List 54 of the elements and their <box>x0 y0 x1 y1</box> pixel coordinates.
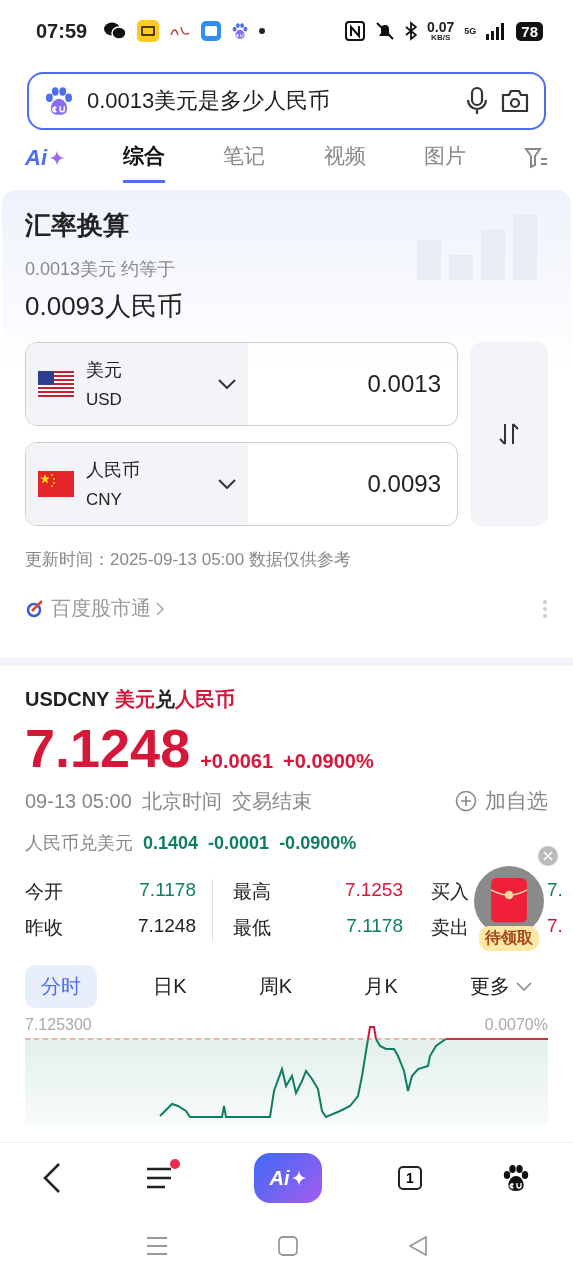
search-tab[interactable]: 视频 <box>323 133 366 183</box>
period-tab[interactable]: 日K <box>137 965 203 1008</box>
timezone: 北京时间 <box>141 788 222 814</box>
period-tab[interactable]: 分时 <box>25 965 97 1008</box>
quote-time: 09-13 05:00 <box>25 789 132 813</box>
ai-tab[interactable]: Ai <box>25 145 65 171</box>
stat-value: 7.1253 <box>343 879 403 902</box>
stat-value: 7. <box>547 915 563 938</box>
tab-count-button[interactable]: 1 <box>397 1166 422 1190</box>
stat-label: 最低 <box>233 916 271 940</box>
search-tab[interactable]: 图片 <box>423 133 466 183</box>
stat-label: 最高 <box>233 880 271 904</box>
ai-button[interactable]: Ai <box>254 1153 323 1203</box>
market-status: 交易结束 <box>231 788 312 814</box>
network-speed: 0.07 KB/S <box>427 20 455 42</box>
card-title: 汇率换算 <box>25 209 130 242</box>
price: 7.1248 <box>25 721 191 775</box>
stat-label: 昨收 <box>25 916 63 940</box>
amount-field[interactable]: 0.0093 <box>248 469 457 499</box>
search-tab[interactable]: 笔记 <box>223 133 266 183</box>
stat-value: 7.1178 <box>138 879 196 902</box>
inverse-change: -0.0001 <box>208 832 270 854</box>
currency-selector[interactable]: 美元 USD <box>26 343 248 425</box>
search-tab[interactable]: 综合 <box>123 133 166 183</box>
inverse-pair-label: 人民币兑美元 <box>25 832 133 855</box>
period-tab[interactable]: 月K <box>348 965 414 1008</box>
percent-change: +0.0900% <box>283 750 374 774</box>
search-input[interactable]: 0.0013美元是多少人民币 <box>85 87 454 115</box>
battery-level: 78 <box>516 21 543 41</box>
network-type: 5G <box>464 26 477 36</box>
currency-selector[interactable]: 人民币 CNY <box>26 443 248 525</box>
gift-popup[interactable]: 待领取 <box>474 866 544 951</box>
add-watchlist-button[interactable]: 加自选 <box>455 787 548 815</box>
inverse-price: 0.1404 <box>143 832 199 854</box>
stat-label: 今开 <box>25 880 63 904</box>
stat-value: 7. <box>547 879 563 902</box>
stat-value: 7.1178 <box>345 915 403 938</box>
inverse-percent-change: -0.0900% <box>279 832 357 854</box>
period-tab[interactable]: 更多 <box>453 965 548 1008</box>
clock: 07:59 <box>36 19 88 43</box>
conversion-summary: 0.0013美元 约等于 <box>25 258 177 281</box>
update-time: 更新时间：2025-09-13 05:00 数据仅供参考 <box>25 549 352 571</box>
conversion-result: 0.0093人民币 <box>25 290 184 323</box>
period-tab[interactable]: 周K <box>242 965 309 1008</box>
stat-label: 买入 <box>431 880 469 904</box>
amount-field[interactable]: 0.0013 <box>248 369 457 399</box>
price-change: +0.0061 <box>200 750 274 774</box>
promo-label: 待领取 <box>479 926 539 951</box>
axis-label: 0.0070% <box>484 1016 548 1034</box>
stat-label: 卖出 <box>431 916 469 940</box>
stat-value: 7.1248 <box>136 915 196 938</box>
axis-label: 7.125300 <box>25 1016 92 1034</box>
pair-title: USDCNY 美元兑人民币 <box>25 687 236 712</box>
search-field[interactable]: 0.0013美元是多少人民币 <box>27 72 546 130</box>
